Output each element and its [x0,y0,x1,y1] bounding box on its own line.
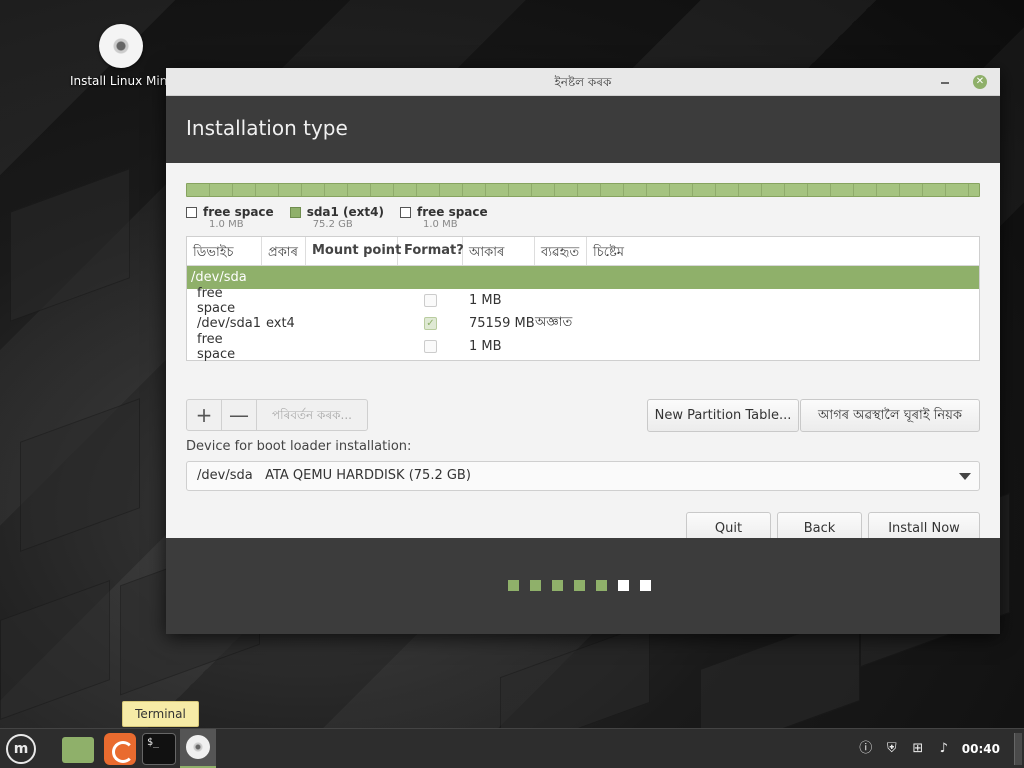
step-dot [530,580,541,591]
cd-icon [186,735,210,759]
partition-tools: + — পৰিবৰ্তন কৰক... [186,399,368,431]
files-icon[interactable] [62,737,94,763]
legend-name: sda1 (ext4) [306,205,384,219]
table-row[interactable]: free space 1 MB [187,332,979,362]
step-dot [552,580,563,591]
boot-loader-label: Device for boot loader installation: [186,439,412,454]
table-row[interactable]: free space 1 MB [187,286,979,316]
legend-swatch [186,207,197,218]
legend-name: free space [416,205,488,219]
cell-used: অজ্ঞাত [535,315,573,330]
system-tray: ⓘ ⛨ ⊞ ♪ 00:40 [858,729,1024,768]
table-row[interactable]: /dev/sda1 ext4 ✓ 75159 MB অজ্ঞাত [187,312,979,335]
cell-format [398,289,463,312]
menu-icon[interactable]: m [6,734,36,764]
column-header[interactable]: Format? [398,237,464,265]
column-header[interactable]: ডিভাইচ [187,237,262,265]
cell-size: 1 MB [469,293,502,308]
desktop-icon-label: Install Linux Mint [69,74,173,88]
legend-name: free space [203,205,274,219]
dropdown-arrow-icon [959,473,971,480]
installer-window: ইনষ্টল কৰক ✕ Installation type free spac… [166,68,1000,634]
page-title: Installation type [186,116,348,140]
format-checkbox[interactable] [424,294,437,307]
cell-size: 1 MB [469,339,502,354]
column-header[interactable]: প্ৰকাৰ [262,237,306,265]
column-header[interactable]: Mount point [306,237,401,265]
legend-item: free space 1.0 MB [399,205,488,230]
volume-icon[interactable]: ♪ [936,741,952,757]
cell-device: free space [197,285,236,316]
revert-button[interactable]: আগৰ অৱস্থালৈ ঘূৰাই নিয়ক [800,399,980,432]
content-area: free space 1.0 MB sda1 (ext4) 75.2 GB fr… [166,163,1000,545]
network-icon[interactable]: ⊞ [910,741,926,757]
table-row[interactable]: /dev/sda [187,266,979,289]
partition-legend: free space 1.0 MB sda1 (ext4) 75.2 GB fr… [186,205,488,230]
update-icon[interactable]: ⓘ [858,741,874,757]
show-desktop-button[interactable] [1014,733,1022,765]
step-dot [508,580,519,591]
clock[interactable]: 00:40 [962,742,1000,756]
window-titlebar[interactable]: ইনষ্টল কৰক ✕ [166,68,1000,96]
column-header[interactable]: আকাৰ [463,237,535,265]
terminal-tooltip: Terminal [122,701,199,727]
cell-format [398,335,463,358]
legend-item: sda1 (ext4) 75.2 GB [289,205,384,230]
cd-icon [99,24,143,68]
change-partition-button[interactable]: পৰিবৰ্তন কৰক... [257,400,367,430]
column-header[interactable]: ব্যৱহৃত [535,237,587,265]
legend-swatch [289,207,301,218]
legend-swatch [399,207,411,218]
step-dot [618,580,629,591]
shield-icon[interactable]: ⛨ [884,741,900,757]
legend-item: free space 1.0 MB [186,205,274,230]
step-dot [640,580,651,591]
minimize-button[interactable] [938,68,954,96]
legend-size: 1.0 MB [209,219,244,230]
remove-partition-button[interactable]: — [222,400,257,430]
installer-icon[interactable] [180,729,216,768]
partition-table[interactable]: ডিভাইচ প্ৰকাৰ Mount point Format? আকাৰ ব… [186,236,980,362]
install-linux-mint-desktop-icon[interactable]: Install Linux Mint [66,24,176,88]
column-header[interactable]: চিষ্টেম [587,237,979,265]
cell-device: free space [197,331,236,362]
firefox-icon[interactable] [104,733,136,765]
page-header: Installation type [166,96,1000,163]
cell-size: 75159 MB [469,316,535,331]
cell-device: /dev/sda [191,270,247,285]
window-title: ইনষ্টল কৰক [554,75,612,89]
close-button[interactable]: ✕ [973,75,987,89]
cell-type: ext4 [266,316,295,331]
step-dot [574,580,585,591]
legend-size: 1.0 MB [422,219,458,230]
terminal-icon[interactable]: $_ [142,733,176,765]
new-partition-table-button[interactable]: New Partition Table... [647,399,799,432]
format-checkbox[interactable]: ✓ [424,317,437,330]
add-partition-button[interactable]: + [187,400,222,430]
step-dot [596,580,607,591]
step-progress [508,580,651,591]
boot-loader-value: /dev/sda ATA QEMU HARDDISK (75.2 GB) [197,468,471,483]
cell-format: ✓ [398,312,463,335]
format-checkbox[interactable] [424,340,437,353]
boot-loader-select[interactable]: /dev/sda ATA QEMU HARDDISK (75.2 GB) [186,461,980,491]
partition-bar [186,183,980,197]
window-footer [166,538,1000,634]
cell-device: /dev/sda1 [197,316,261,331]
table-header: ডিভাইচ প্ৰকাৰ Mount point Format? আকাৰ ব… [187,237,979,266]
legend-size: 75.2 GB [312,219,353,230]
taskbar: m $_ ⓘ ⛨ ⊞ ♪ 00:40 [0,728,1024,768]
